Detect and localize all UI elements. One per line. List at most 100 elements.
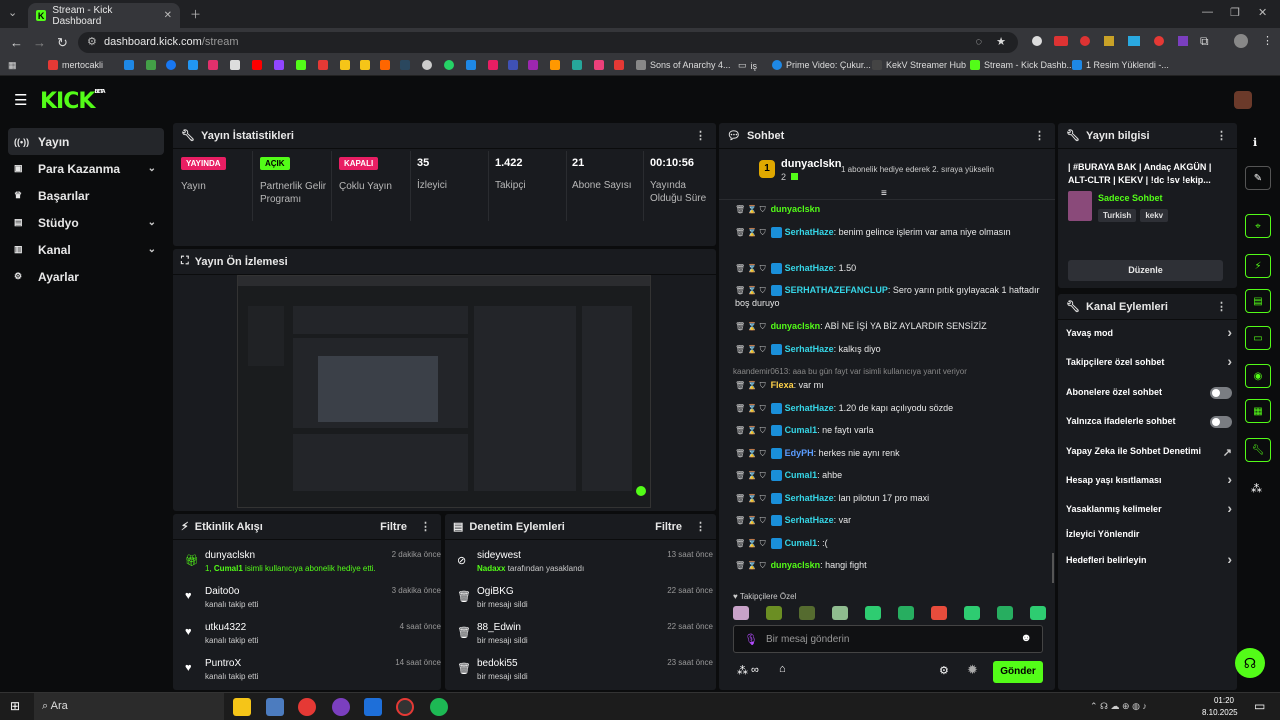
chat-message[interactable]: kaandemir0613: aaa bu gün fayt var isiml… <box>733 365 1053 378</box>
bookmark-favicon[interactable] <box>318 60 328 70</box>
channel-action-item[interactable]: Takipçilere özel sohbet › <box>1066 353 1232 373</box>
layout-icon[interactable]: ▦ <box>1245 399 1271 423</box>
clock-time[interactable]: 01:20 <box>1210 696 1234 705</box>
bookmark-sons-of-anarchy[interactable]: Sons of Anarchy 4... <box>636 60 731 70</box>
moderation-filter-button[interactable]: Filtre <box>655 521 682 533</box>
extension-icon[interactable] <box>1080 36 1090 46</box>
broadcast-icon[interactable]: ◉ <box>1245 364 1271 388</box>
chat-username[interactable]: dunyaclskn <box>771 204 821 214</box>
chevron-right-icon[interactable]: › <box>1227 324 1232 340</box>
more-options-icon[interactable]: ⋮ <box>1216 129 1227 142</box>
stream-preview-video[interactable] <box>237 275 651 508</box>
bookmark-favicon[interactable] <box>166 60 176 70</box>
bookmark-resim[interactable]: 1 Resim Yüklendi -... <box>1072 60 1169 70</box>
emote-icon[interactable] <box>766 606 782 620</box>
store-icon[interactable]: ⌂ <box>779 663 786 675</box>
highlight-user[interactable]: Nadaxx <box>477 564 505 573</box>
bookmark-kick-dashboard[interactable]: Stream - Kick Dashb... <box>970 60 1074 70</box>
chevron-right-icon[interactable]: › <box>1227 551 1232 567</box>
bookmark-favicon[interactable] <box>208 60 218 70</box>
chat-message[interactable]: 🗑︎ ⌛ ⛉ SerhatHaze: 1.50 <box>735 262 1055 275</box>
chrome-icon[interactable] <box>298 698 316 716</box>
info-icon[interactable]: ℹ <box>1253 136 1257 149</box>
app-icon[interactable] <box>364 698 382 716</box>
mod-tools-icon[interactable]: 🗑︎ ⌛ ⛉ <box>735 582 766 584</box>
chat-username[interactable]: Cumal1 <box>785 470 818 480</box>
back-icon[interactable]: ← <box>10 35 23 50</box>
more-options-icon[interactable]: ⋮ <box>1216 300 1227 313</box>
chat-username[interactable]: dunyaclskn <box>771 321 821 331</box>
emote-icon[interactable] <box>832 606 848 620</box>
chat-message[interactable]: 🗑︎ ⌛ ⛉ SerhatHaze: kalkış diyo <box>735 343 1055 356</box>
edit-stream-button[interactable]: Düzenle <box>1068 260 1223 281</box>
extensions-puzzle-icon[interactable]: ⧉ <box>1200 34 1209 49</box>
extension-icon[interactable] <box>1154 36 1164 46</box>
tag[interactable]: Turkish <box>1098 209 1137 222</box>
extension-icon[interactable] <box>1104 36 1114 46</box>
list-item[interactable]: ♥ utku4322 4 saat önce kanalı takip etti <box>183 622 443 658</box>
emote-icon[interactable] <box>964 606 980 620</box>
settings-gear-icon[interactable]: ⚙ <box>939 664 949 677</box>
emote-icon[interactable] <box>865 606 881 620</box>
list-item[interactable]: ♥ PuntroX 14 saat önce kanalı takip etti <box>183 658 443 694</box>
adblock-extension-icon[interactable] <box>1054 36 1068 46</box>
new-tab-icon[interactable]: ＋ <box>190 6 201 22</box>
reload-icon[interactable]: ↻ <box>57 35 68 51</box>
sidebar-item[interactable]: ▥ Kanal ⌄ <box>8 236 164 263</box>
bookmark-favicon[interactable] <box>124 60 134 70</box>
chat-message[interactable]: 🗑︎ ⌛ ⛉ dunyaclskn <box>735 203 1055 216</box>
bookmark-favicon[interactable] <box>230 60 240 70</box>
browser-tab[interactable]: K Stream - Kick Dashboard ✕ <box>28 3 180 28</box>
document-icon[interactable]: ▤ <box>1245 289 1271 313</box>
mod-tools-icon[interactable]: 🗑︎ ⌛ ⛉ <box>735 284 766 297</box>
mod-tools-icon[interactable]: 🗑︎ ⌛ ⛉ <box>735 320 766 333</box>
clock-date[interactable]: 8.10.2025 <box>1202 708 1238 717</box>
more-options-icon[interactable]: ⋮ <box>1034 129 1045 142</box>
emote-icon[interactable] <box>997 606 1013 620</box>
bookmark-kekv[interactable]: KekV Streamer Hub <box>872 60 966 70</box>
list-item[interactable]: ♥ Daito0o 3 dakika önce kanalı takip etti <box>183 586 443 622</box>
spotify-icon[interactable] <box>430 698 448 716</box>
bookmark-favicon[interactable] <box>252 60 262 70</box>
chat-message[interactable]: 🗑︎ ⌛ ⛉ EdyPH: herkes nie aynı renk <box>735 447 1055 460</box>
chat-message[interactable]: 🗑︎ ⌛ ⛉ Cumal1: ne faytı varla <box>735 424 1055 437</box>
chevron-down-icon[interactable]: ⌄ <box>148 217 156 228</box>
mod-tools-icon[interactable]: 🗑︎ ⌛ ⛉ <box>735 492 766 505</box>
extension-icon[interactable] <box>1032 36 1042 46</box>
chat-username[interactable]: SerhatHaze <box>785 403 834 413</box>
bookmark-folder-is[interactable]: ▭ iş <box>738 60 757 71</box>
item-username[interactable]: OgiBKG <box>477 586 514 597</box>
toggle-switch[interactable] <box>1210 387 1232 399</box>
bookmark-favicon[interactable] <box>274 60 284 70</box>
extension-icon[interactable] <box>1178 36 1188 46</box>
bookmark-favicon[interactable] <box>466 60 476 70</box>
bookmark-favicon[interactable] <box>146 60 156 70</box>
chat-message[interactable]: 🗑︎ ⌛ ⛉ SerhatHaze: var <box>735 514 1055 527</box>
bookmark-favicon[interactable] <box>422 60 432 70</box>
mod-tools-icon[interactable]: 🗑︎ ⌛ ⛉ <box>735 447 766 460</box>
chat-message[interactable]: 🗑︎ ⌛ ⛉ SerhatHaze: 1.20 de kapı açılıyodu… <box>735 402 1055 415</box>
channel-action-item[interactable]: Hedefleri belirleyin › <box>1066 551 1232 571</box>
edit-pencil-icon[interactable]: ✎ <box>1245 166 1271 190</box>
chevron-right-icon[interactable]: › <box>1227 353 1232 369</box>
chat-message[interactable]: 🗑︎ ⌛ ⛉ Cumal1: :( <box>735 537 1055 550</box>
chat-message[interactable]: 🗑︎ ⌛ ⛉ dunyaclskn: hangi fight <box>735 559 1055 572</box>
item-username[interactable]: dunyaclskn <box>205 550 255 561</box>
bookmark-favicon[interactable] <box>528 60 538 70</box>
mod-tools-icon[interactable]: 🗑︎ ⌛ ⛉ <box>735 203 766 216</box>
close-window-icon[interactable]: ✕ <box>1258 6 1267 19</box>
more-options-icon[interactable]: ⋮ <box>695 520 706 533</box>
emote-icon[interactable] <box>799 606 815 620</box>
mod-tools-icon[interactable]: 🗑︎ ⌛ ⛉ <box>735 226 766 239</box>
chat-message[interactable]: 🗑︎ ⌛ ⛉ Flexa: var mı <box>735 379 1055 392</box>
chevron-down-icon[interactable]: ⌄ <box>148 163 156 174</box>
emote-icon[interactable] <box>733 606 749 620</box>
chevron-right-icon[interactable]: › <box>1227 471 1232 487</box>
tray-icons[interactable]: ⌃ ☊ ☁ ⊕ ◍ ♪ <box>1090 701 1147 712</box>
bookmark-prime-video[interactable]: Prime Video: Çukur... <box>772 60 871 70</box>
list-item[interactable]: 🎁︎ dunyaclskn 2 dakika önce 1, Cumal1 isiml… <box>183 550 443 586</box>
highlight-user[interactable]: Cumal1 <box>214 564 243 573</box>
chat-scrollbar[interactable] <box>1052 553 1054 583</box>
chat-username[interactable]: Cumal1 <box>785 425 818 435</box>
chat-username[interactable]: Flexa <box>771 380 794 390</box>
